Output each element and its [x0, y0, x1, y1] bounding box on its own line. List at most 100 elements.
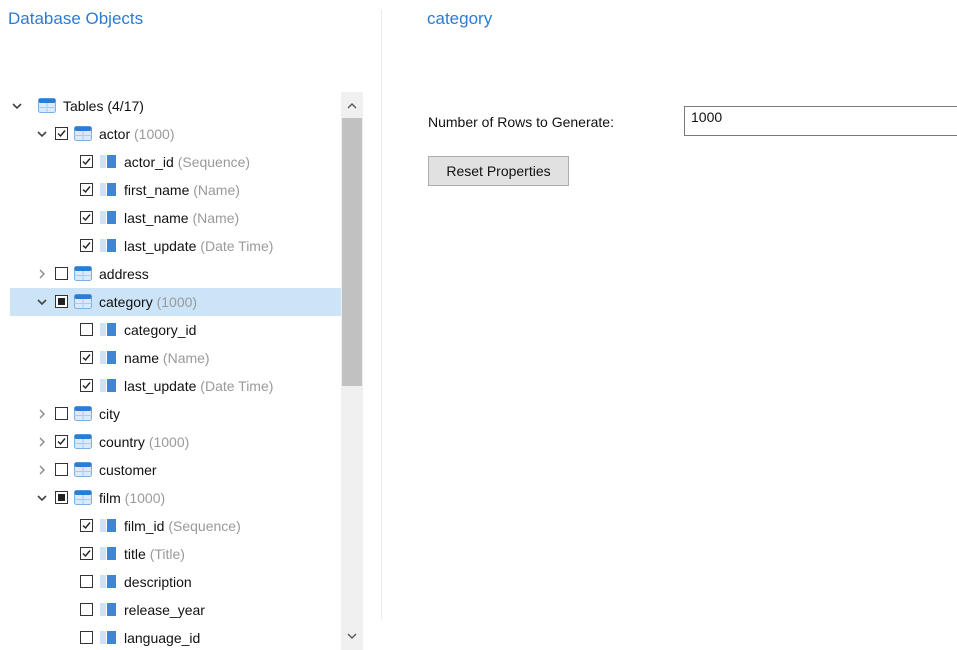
column-icon [99, 322, 117, 337]
tree-item-name: description [124, 574, 192, 590]
tree-item-name: film [99, 490, 121, 506]
checkbox[interactable] [80, 323, 93, 336]
tree-item-detail: (1000) [156, 294, 198, 310]
checkbox[interactable] [55, 435, 68, 448]
table-icon [74, 126, 92, 141]
chevron-down-icon[interactable] [36, 128, 48, 140]
panel-divider [381, 10, 382, 620]
tree-item-detail: (Name) [162, 350, 210, 366]
tree-row[interactable]: name (Name) [10, 344, 341, 372]
tree-item-label: address [99, 266, 149, 282]
tree-row[interactable]: last_update (Date Time) [10, 372, 341, 400]
tree-item-label: first_name (Name) [124, 182, 240, 198]
tree-item-detail: (Sequence) [168, 518, 241, 534]
column-icon [99, 546, 117, 561]
tree-item-detail: (1000) [148, 434, 190, 450]
tree-item-name: actor_id [124, 154, 174, 170]
checkbox[interactable] [80, 183, 93, 196]
tree-item-label: last_update (Date Time) [124, 378, 273, 394]
checkbox[interactable] [80, 631, 93, 644]
checkbox[interactable] [80, 351, 93, 364]
tree-row[interactable]: address [10, 260, 341, 288]
tree-row[interactable]: city [10, 400, 341, 428]
table-icon [74, 462, 92, 477]
tree-item-detail: (Sequence) [177, 154, 251, 170]
tree-item-name: film_id [124, 518, 165, 534]
tree-item-label: name (Name) [124, 350, 210, 366]
tree-item-label: city [99, 406, 120, 422]
tree-item-name: city [99, 406, 120, 422]
tree-row[interactable]: language_id [10, 624, 341, 650]
tree-row[interactable]: film (1000) [10, 484, 341, 512]
tree-item-detail: (Date Time) [200, 238, 274, 254]
tree-item-label: actor (1000) [99, 126, 174, 142]
tree-row[interactable]: title (Title) [10, 540, 341, 568]
tree-item-label: category_id [124, 322, 196, 338]
column-icon [99, 350, 117, 365]
checkbox[interactable] [80, 603, 93, 616]
checkbox[interactable] [55, 295, 68, 308]
tree-item-label: category (1000) [99, 294, 197, 310]
tree-item-detail: (Date Time) [200, 378, 274, 394]
tree-row[interactable]: last_name (Name) [10, 204, 341, 232]
checkbox[interactable] [80, 239, 93, 252]
tree-row[interactable]: country (1000) [10, 428, 341, 456]
column-icon [99, 154, 117, 169]
checkbox[interactable] [80, 547, 93, 560]
checkbox[interactable] [55, 407, 68, 420]
tree-row[interactable]: release_year [10, 596, 341, 624]
tree-item-name: category_id [124, 322, 197, 338]
scroll-down-icon[interactable] [346, 630, 358, 642]
checkbox[interactable] [55, 127, 68, 140]
tree-item-label: country (1000) [99, 434, 189, 450]
scroll-thumb[interactable] [342, 118, 362, 386]
tree-item-name: actor [99, 126, 131, 142]
tree-row[interactable]: first_name (Name) [10, 176, 341, 204]
chevron-right-icon[interactable] [36, 436, 48, 448]
database-objects-title: Database Objects [8, 9, 144, 28]
checkbox[interactable] [80, 379, 93, 392]
column-icon [99, 210, 117, 225]
checkbox[interactable] [55, 463, 68, 476]
tree-row[interactable]: category_id [10, 316, 341, 344]
checkbox[interactable] [55, 267, 68, 280]
tree-row[interactable]: customer [10, 456, 341, 484]
reset-properties-button[interactable]: Reset Properties [428, 156, 569, 186]
checkbox[interactable] [80, 575, 93, 588]
tree-item-label: last_update (Date Time) [124, 238, 273, 254]
tree-item-name: address [99, 266, 149, 282]
tree-row[interactable]: last_update (Date Time) [10, 232, 341, 260]
rows-to-generate-input[interactable] [684, 106, 957, 136]
tree-row[interactable]: actor_id (Sequence) [10, 148, 341, 176]
chevron-down-icon[interactable] [36, 296, 48, 308]
tree-row[interactable]: Tables (4/17) [10, 92, 341, 120]
checkbox[interactable] [80, 155, 93, 168]
tree-row[interactable]: film_id (Sequence) [10, 512, 341, 540]
column-icon [99, 182, 117, 197]
table-icon [74, 434, 92, 449]
chevron-right-icon[interactable] [36, 408, 48, 420]
table-icon [74, 490, 92, 505]
table-icon [38, 98, 56, 113]
table-icon [74, 294, 92, 309]
chevron-down-icon[interactable] [36, 492, 48, 504]
tree-row[interactable]: actor (1000) [10, 120, 341, 148]
tree-item-label: description [124, 574, 192, 590]
table-icon [74, 266, 92, 281]
scroll-up-icon[interactable] [346, 99, 358, 111]
chevron-right-icon[interactable] [36, 268, 48, 280]
checkbox[interactable] [80, 519, 93, 532]
tree-row[interactable]: description [10, 568, 341, 596]
tree-row[interactable]: category (1000) [10, 288, 341, 316]
tree-item-name: name [124, 350, 160, 366]
chevron-right-icon[interactable] [36, 464, 48, 476]
database-objects-tree[interactable]: Tables (4/17) actor (1000) actor_id (Seque… [0, 92, 341, 650]
tree-item-name: last_name [124, 210, 189, 226]
checkbox[interactable] [55, 491, 68, 504]
tree-scrollbar[interactable] [341, 92, 363, 650]
chevron-down-icon[interactable] [11, 100, 23, 112]
tree-item-label: last_name (Name) [124, 210, 239, 226]
checkbox[interactable] [80, 211, 93, 224]
tree-item-name: last_update [124, 378, 197, 394]
tree-item-detail: (Name) [192, 210, 240, 226]
